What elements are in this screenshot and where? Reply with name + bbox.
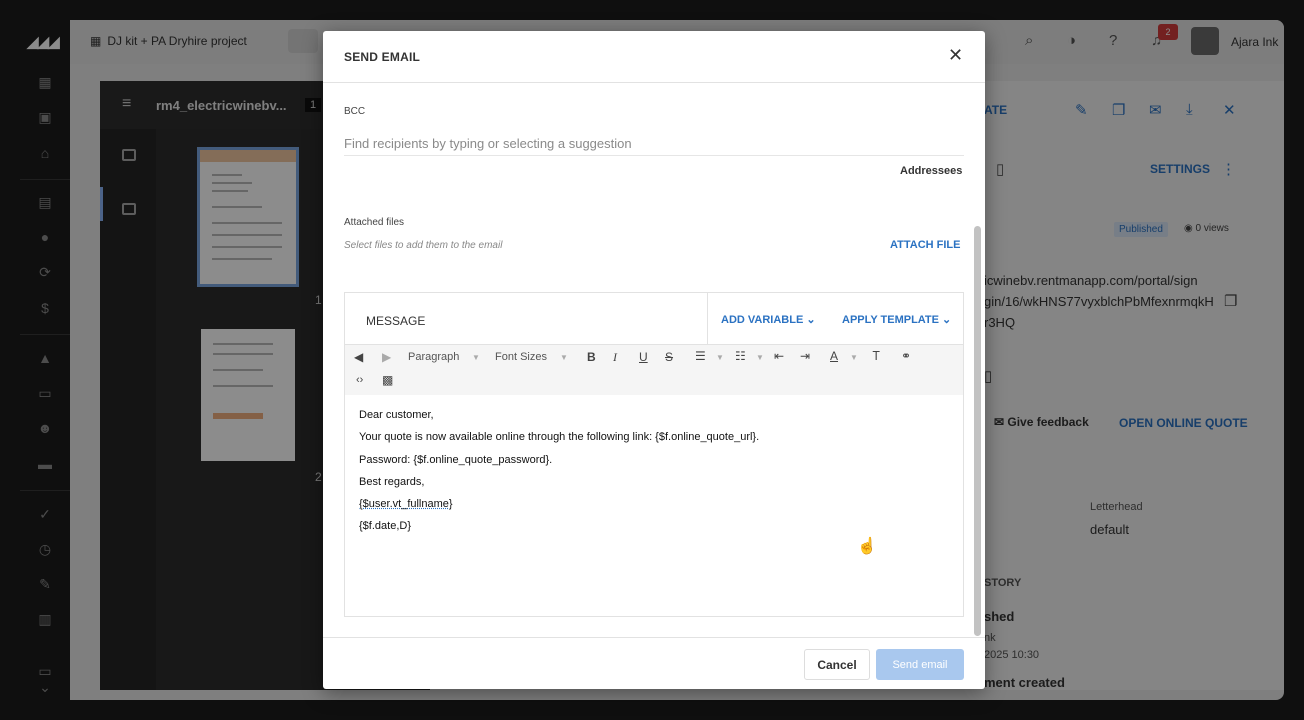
dialog-title: SEND EMAIL bbox=[344, 50, 421, 64]
text-color-icon[interactable]: A bbox=[830, 349, 838, 363]
message-line: {$user.vt_fullname} bbox=[359, 498, 453, 511]
clear-format-icon[interactable]: Ꭲ bbox=[873, 349, 880, 364]
message-line: Dear customer, bbox=[359, 409, 434, 421]
bullet-list-icon[interactable]: ☰ bbox=[695, 349, 706, 363]
formatting-toolbar: ◀ ▶ Paragraph ▼ Font Sizes ▼ B I U S ☰ ▼… bbox=[345, 345, 963, 395]
add-variable-dropdown[interactable]: ADD VARIABLE ⌄ bbox=[721, 313, 816, 326]
send-email-dialog: SEND EMAIL ✕ BCC Addressees Attached fil… bbox=[323, 31, 985, 689]
chevron-down-icon: ⌄ bbox=[806, 314, 816, 326]
caret-icon: ▼ bbox=[850, 353, 858, 362]
hand-cursor-icon: ☝ bbox=[857, 538, 877, 555]
chevron-down-icon: ⌄ bbox=[942, 314, 952, 326]
undo-icon[interactable]: ◀ bbox=[354, 350, 363, 364]
cancel-button[interactable]: Cancel bbox=[804, 649, 870, 680]
message-line: Best regards, bbox=[359, 475, 425, 488]
caret-icon: ▼ bbox=[756, 353, 764, 362]
caret-icon: ▼ bbox=[472, 353, 480, 362]
message-body[interactable]: Dear customer, Your quote is now availab… bbox=[359, 406, 759, 540]
add-variable-label: ADD VARIABLE bbox=[721, 314, 804, 326]
numbered-list-icon[interactable]: ☷ bbox=[735, 349, 746, 363]
outdent-icon[interactable]: ⇤ bbox=[774, 349, 784, 363]
image-icon[interactable]: ▩ bbox=[382, 373, 393, 387]
attached-files-label: Attached files bbox=[344, 217, 405, 228]
header-divider bbox=[707, 293, 708, 345]
font-sizes-select[interactable]: Font Sizes bbox=[495, 351, 547, 363]
message-line: {$f.date,D} bbox=[359, 520, 411, 533]
bcc-label: BCC bbox=[344, 106, 366, 117]
message-line: Your quote is now available online throu… bbox=[359, 431, 760, 444]
code-icon[interactable]: ‹› bbox=[356, 374, 363, 386]
scrollbar-thumb[interactable] bbox=[974, 226, 981, 636]
caret-icon: ▼ bbox=[560, 353, 568, 362]
message-label: MESSAGE bbox=[366, 314, 426, 328]
message-line: Password: {$f.online_quote_password}. bbox=[359, 453, 553, 466]
italic-icon[interactable]: I bbox=[613, 350, 617, 365]
message-editor: MESSAGE ADD VARIABLE ⌄ APPLY TEMPLATE ⌄ … bbox=[344, 292, 964, 617]
apply-template-dropdown[interactable]: APPLY TEMPLATE ⌄ bbox=[842, 313, 951, 326]
message-header: MESSAGE ADD VARIABLE ⌄ APPLY TEMPLATE ⌄ bbox=[345, 293, 963, 345]
dialog-footer: Cancel Send email bbox=[323, 637, 985, 689]
paragraph-select[interactable]: Paragraph bbox=[408, 351, 459, 363]
send-email-button[interactable]: Send email bbox=[876, 649, 964, 680]
close-icon[interactable]: ✕ bbox=[948, 45, 963, 66]
strikethrough-icon[interactable]: S bbox=[665, 350, 673, 364]
indent-icon[interactable]: ⇥ bbox=[800, 349, 810, 363]
attach-file-button[interactable]: ATTACH FILE bbox=[890, 239, 960, 251]
caret-icon: ▼ bbox=[716, 353, 724, 362]
addressees-link[interactable]: Addressees bbox=[900, 165, 962, 177]
redo-icon[interactable]: ▶ bbox=[382, 350, 391, 364]
dialog-header: SEND EMAIL ✕ bbox=[323, 31, 985, 83]
apply-template-label: APPLY TEMPLATE bbox=[842, 314, 939, 326]
link-icon[interactable]: ⚭ bbox=[901, 349, 911, 363]
bcc-recipients-input[interactable] bbox=[344, 132, 964, 156]
bold-icon[interactable]: B bbox=[587, 350, 596, 364]
dialog-scrollbar[interactable] bbox=[974, 226, 981, 638]
underline-icon[interactable]: U bbox=[639, 350, 648, 364]
attached-files-hint: Select files to add them to the email bbox=[344, 240, 503, 251]
